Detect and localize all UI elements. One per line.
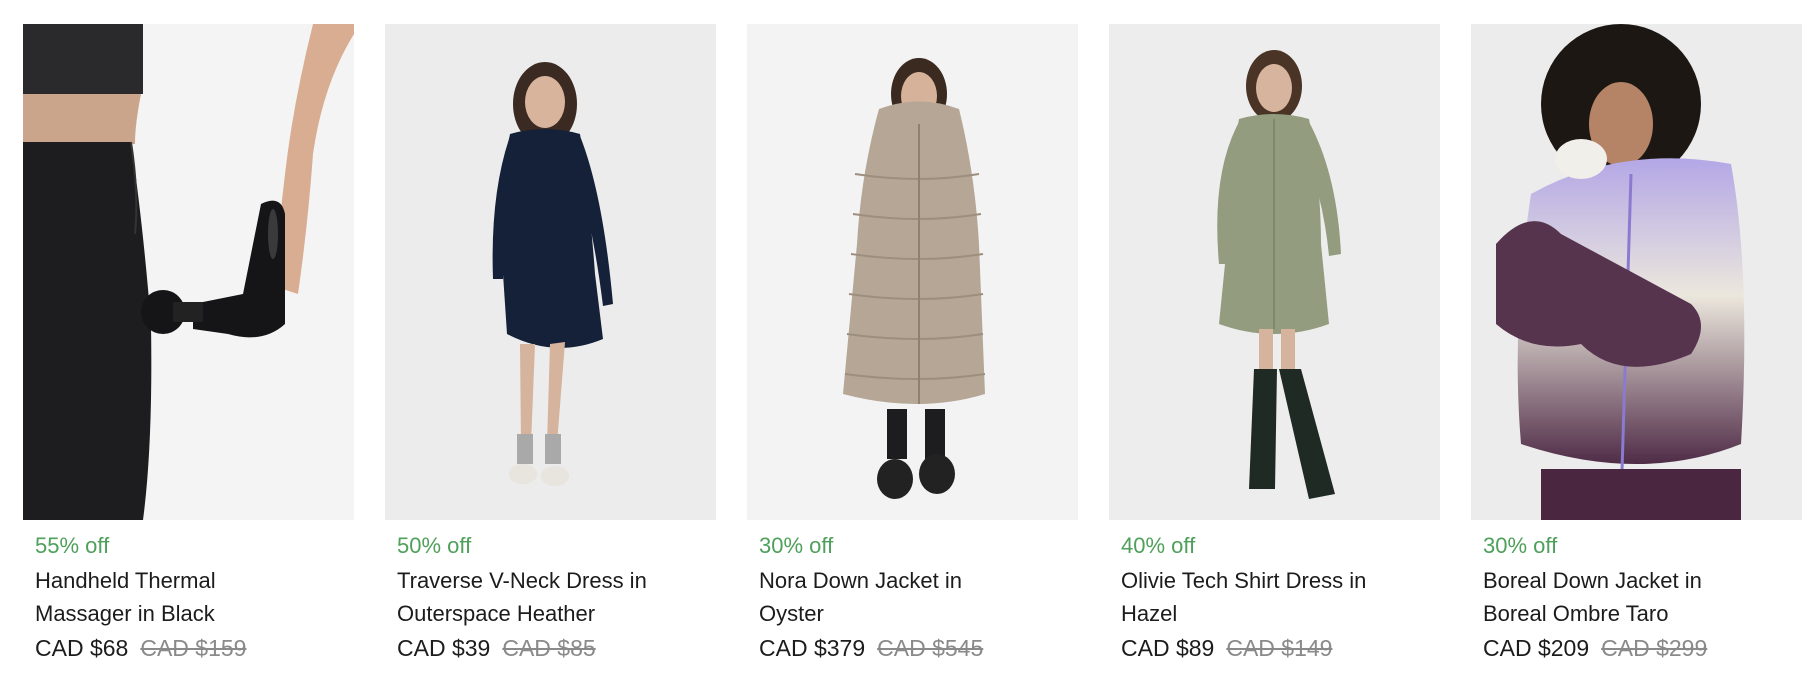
product-card[interactable]: 40% off Olivie Tech Shirt Dress in Hazel…	[1109, 24, 1440, 663]
discount-label: 30% off	[759, 533, 834, 558]
product-name[interactable]: Olivie Tech Shirt Dress in Hazel	[1121, 564, 1391, 630]
long-puffer-jacket-product-photo[interactable]	[747, 24, 1078, 520]
sale-price: CAD $89	[1121, 635, 1215, 661]
price-row: CAD $68 CAD $159	[35, 633, 342, 663]
navy-dress-product-photo[interactable]	[385, 24, 716, 520]
product-card[interactable]: 30% off Nora Down Jacket in Oyster CAD $…	[747, 24, 1078, 663]
price-row: CAD $39 CAD $85	[397, 633, 704, 663]
original-price: CAD $159	[140, 635, 247, 661]
original-price: CAD $545	[877, 635, 984, 661]
original-price: CAD $149	[1226, 635, 1333, 661]
original-price: CAD $85	[502, 635, 596, 661]
product-name[interactable]: Boreal Down Jacket in Boreal Ombre Taro	[1483, 564, 1753, 630]
sale-price: CAD $379	[759, 635, 866, 661]
product-name[interactable]: Traverse V-Neck Dress in Outerspace Heat…	[397, 564, 667, 630]
discount-label: 50% off	[397, 533, 472, 558]
product-card[interactable]: 55% off Handheld Thermal Massager in Bla…	[23, 24, 354, 663]
price-row: CAD $209 CAD $299	[1483, 633, 1790, 663]
shirt-dress-product-photo[interactable]	[1109, 24, 1440, 520]
discount-label: 30% off	[1483, 533, 1558, 558]
discount-label: 40% off	[1121, 533, 1196, 558]
discount-label: 55% off	[35, 533, 110, 558]
sale-price: CAD $209	[1483, 635, 1590, 661]
product-grid: 55% off Handheld Thermal Massager in Bla…	[23, 24, 1802, 663]
product-name[interactable]: Nora Down Jacket in Oyster	[759, 564, 1029, 630]
price-row: CAD $379 CAD $545	[759, 633, 1066, 663]
product-card[interactable]: 50% off Traverse V-Neck Dress in Outersp…	[385, 24, 716, 663]
original-price: CAD $299	[1601, 635, 1708, 661]
product-card[interactable]: 30% off Boreal Down Jacket in Boreal Omb…	[1471, 24, 1802, 663]
ombre-puffer-jacket-product-photo[interactable]	[1471, 24, 1802, 520]
product-name[interactable]: Handheld Thermal Massager in Black	[35, 564, 305, 630]
sale-price: CAD $39	[397, 635, 491, 661]
massager-product-photo[interactable]	[23, 24, 354, 520]
price-row: CAD $89 CAD $149	[1121, 633, 1428, 663]
sale-price: CAD $68	[35, 635, 129, 661]
